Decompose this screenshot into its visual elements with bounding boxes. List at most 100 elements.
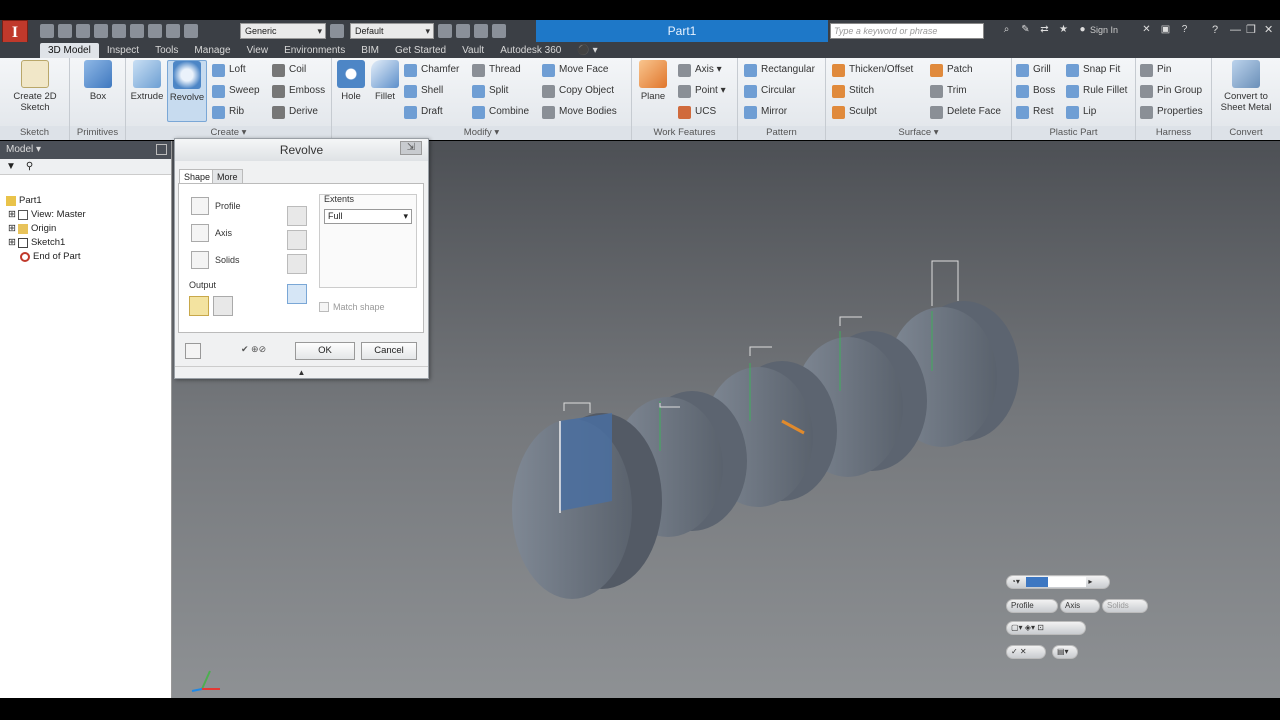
box-button[interactable]: Box [78, 60, 118, 102]
patch-button[interactable]: Patch [930, 61, 973, 79]
mini-options-button[interactable]: ▤▾ [1052, 645, 1078, 659]
hole-button[interactable]: Hole [336, 60, 366, 102]
axis-button[interactable]: Axis ▾ [678, 61, 722, 79]
tab-view[interactable]: View [239, 43, 277, 58]
derive-button[interactable]: Derive [272, 103, 318, 121]
loft-button[interactable]: Loft [212, 61, 246, 79]
mini-profile-button[interactable]: Profile [1006, 599, 1058, 613]
preview-toggle[interactable]: ✔ ⊕⊘ [241, 344, 266, 355]
dialog-collapse-button[interactable]: ⇲ [400, 141, 422, 155]
pin-button[interactable]: Pin [1140, 61, 1171, 79]
mini-ok-cancel[interactable]: ✓ ✕ [1006, 645, 1046, 659]
chamfer-button[interactable]: Chamfer [404, 61, 459, 79]
param-icon[interactable] [474, 24, 488, 38]
expand-icon[interactable]: ⊞ [8, 223, 16, 234]
plane-button[interactable]: Plane [636, 60, 670, 102]
move-bodies-button[interactable]: Move Bodies [542, 103, 617, 121]
pin-group-button[interactable]: Pin Group [1140, 82, 1202, 100]
tree-node-view[interactable]: ⊞ View: Master [8, 208, 86, 221]
move-face-button[interactable]: Move Face [542, 61, 608, 79]
cut-button[interactable] [287, 230, 307, 250]
rest-button[interactable]: Rest [1016, 103, 1054, 121]
mirror-button[interactable]: Mirror [744, 103, 787, 121]
binoculars-icon[interactable]: ⌕ [1000, 23, 1013, 37]
update-icon[interactable] [166, 24, 180, 38]
revolve-button[interactable]: Revolve [167, 60, 207, 122]
tab-3d-model[interactable]: 3D Model [40, 43, 99, 58]
panel-title-surface[interactable]: Surface ▾ [826, 126, 1011, 140]
properties-button[interactable]: Properties [1140, 103, 1203, 121]
extrude-button[interactable]: Extrude [128, 60, 166, 102]
expand-icon[interactable]: ⊞ [8, 209, 16, 220]
tab-bim[interactable]: BIM [353, 43, 387, 58]
mini-angle-input[interactable] [1026, 576, 1087, 587]
extents-select[interactable]: Full [324, 209, 412, 224]
browser-header[interactable]: Model ▾ [0, 141, 171, 159]
intersect-button[interactable] [287, 254, 307, 274]
filter-icon[interactable]: ▼ [6, 159, 16, 174]
profile-selector[interactable]: Profile [191, 196, 241, 216]
appearance-icon[interactable] [330, 24, 344, 38]
thread-button[interactable]: Thread [472, 61, 521, 79]
tree-node-sketch[interactable]: ⊞ Sketch1 [8, 236, 65, 249]
tab-options-icon[interactable]: ⚫ ▾ [569, 43, 605, 58]
mini-solids-button[interactable]: Solids [1102, 599, 1148, 613]
clear-icon[interactable] [438, 24, 452, 38]
tree-node-part[interactable]: Part1 [6, 194, 42, 207]
wrench-icon[interactable]: ✎ [1019, 23, 1032, 37]
share-icon[interactable]: ⇄ [1038, 23, 1051, 37]
create-sketch-button[interactable]: Create 2D Sketch [6, 60, 64, 113]
mini-extents-icon[interactable]: ◔▾ [1007, 577, 1020, 586]
output-surface-button[interactable] [213, 296, 233, 316]
tab-environments[interactable]: Environments [276, 43, 353, 58]
cart-icon[interactable]: ▣ [1159, 23, 1172, 37]
shell-button[interactable]: Shell [404, 82, 443, 100]
fillet-button[interactable]: Fillet [370, 60, 400, 102]
output-solid-button[interactable] [189, 296, 209, 316]
circular-pattern-button[interactable]: Circular [744, 82, 795, 100]
thicken-offset-button[interactable]: Thicken/Offset [832, 61, 913, 79]
save-icon[interactable] [76, 24, 90, 38]
tree-node-origin[interactable]: ⊞ Origin [8, 222, 56, 235]
mini-output-row[interactable]: ▢▾ ◈▾ ⊡ [1006, 621, 1086, 635]
sweep-button[interactable]: Sweep [212, 82, 260, 100]
tab-vault[interactable]: Vault [454, 43, 492, 58]
boss-button[interactable]: Boss [1016, 82, 1055, 100]
tab-manage[interactable]: Manage [186, 43, 238, 58]
tab-more[interactable]: More [212, 169, 243, 183]
mini-axis-button[interactable]: Axis [1060, 599, 1100, 613]
find-icon[interactable]: ⚲ [26, 159, 33, 174]
search-input[interactable]: Type a keyword or phrase [830, 23, 984, 39]
mini-arrow-icon[interactable]: ▸ [1088, 577, 1092, 586]
rule-fillet-button[interactable]: Rule Fillet [1066, 82, 1127, 100]
tab-shape[interactable]: Shape [179, 169, 216, 183]
axis-selector[interactable]: Axis [191, 223, 232, 243]
browser-expand-icon[interactable] [156, 144, 167, 155]
help-icon[interactable]: ? [1178, 23, 1191, 37]
fx-icon[interactable] [456, 24, 470, 38]
tab-inspect[interactable]: Inspect [99, 43, 147, 58]
delete-face-button[interactable]: Delete Face [930, 103, 1001, 121]
ucs-button[interactable]: UCS [678, 103, 716, 121]
color-icon[interactable] [184, 24, 198, 38]
minimize-button[interactable]: — [1230, 23, 1241, 37]
user-icon[interactable]: ● [1076, 23, 1089, 37]
home-icon[interactable] [130, 24, 144, 38]
restore-button[interactable]: ❐ [1246, 23, 1256, 37]
rib-button[interactable]: Rib [212, 103, 244, 121]
material-select[interactable]: Generic [240, 23, 326, 39]
copy-object-button[interactable]: Copy Object [542, 82, 614, 100]
match-shape-checkbox[interactable]: Match shape [319, 302, 385, 312]
qat-more-icon[interactable] [492, 24, 506, 38]
combine-button[interactable]: Combine [472, 103, 529, 121]
select-icon[interactable] [148, 24, 162, 38]
tab-get-started[interactable]: Get Started [387, 43, 454, 58]
point-button[interactable]: Point ▾ [678, 82, 726, 100]
draft-button[interactable]: Draft [404, 103, 443, 121]
snap-fit-button[interactable]: Snap Fit [1066, 61, 1120, 79]
emboss-button[interactable]: Emboss [272, 82, 325, 100]
rectangular-pattern-button[interactable]: Rectangular [744, 61, 815, 79]
help-icon[interactable] [185, 343, 201, 359]
open-icon[interactable] [58, 24, 72, 38]
trim-button[interactable]: Trim [930, 82, 967, 100]
